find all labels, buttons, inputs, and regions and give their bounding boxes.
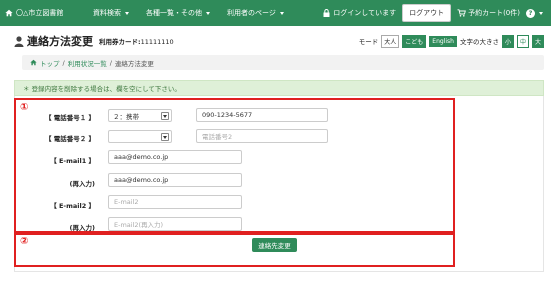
highlight-box-2 [14,233,455,267]
phone2-input[interactable]: 電話番号2 [196,129,328,143]
display-modes: モード 大人 こども English 文字の大きさ 小 中 大 [358,34,544,48]
menu-user-page[interactable]: 利用者のページ [220,8,291,18]
mode-label: モード [358,38,379,46]
home-icon [30,59,37,66]
breadcrumb-top-link[interactable]: トップ [40,58,60,68]
breadcrumb-status-link[interactable]: 利用状況一覧 [68,58,107,68]
top-nav: 〇△市立図書館 資料検索 各種一覧・その他 利用者のページ ログインしています … [0,0,551,26]
font-size-label: 文字の大きさ [459,38,499,46]
home-icon [5,9,13,17]
help-menu[interactable]: ? [526,8,543,18]
chevron-down-icon [539,11,543,15]
phone1-type-select[interactable]: ２：携帯 [108,109,172,122]
person-icon [14,35,24,47]
menu-search[interactable]: 資料検索 [86,8,136,18]
email1-input[interactable]: aaa@demo.co.jp [108,150,242,164]
chevron-down-icon [161,133,169,141]
info-alert: ＊ 登録内容を削除する場合は、欄を空にして下さい。 [14,80,544,96]
chevron-down-icon [206,11,210,15]
phone1-input[interactable]: 090-1234-5677 [196,108,328,122]
library-card-number: 利用券カード:11111110 [99,38,174,46]
font-size-large-button[interactable]: 大 [531,34,544,48]
email1-label: 【 E-mail1 】 [50,157,95,165]
email1-confirm-label: (再入力) [69,180,95,188]
email1-confirm-input[interactable]: aaa@demo.co.jp [108,173,242,187]
menu-lists[interactable]: 各種一覧・その他 [139,8,217,18]
font-size-small-button[interactable]: 小 [501,34,514,48]
login-status: ログインしています [323,8,396,18]
marker-2: ② [20,236,29,247]
help-icon: ? [526,8,535,18]
update-contact-button[interactable]: 連絡先変更 [252,238,297,252]
font-size-medium-button[interactable]: 中 [516,34,529,48]
phone2-label: 【 電話番号２ 】 [44,135,95,143]
phone1-label: 【 電話番号１ 】 [44,114,95,122]
email2-label: 【 E-mail2 】 [50,202,95,210]
library-name: 〇△市立図書館 [16,9,64,17]
reserve-cart-link[interactable]: 予約カート(0件) [457,8,520,18]
email2-confirm-input[interactable]: E-mail2(再入力) [108,217,242,231]
email2-confirm-label: (再入力) [69,224,95,232]
mode-english-button[interactable]: English [429,35,457,47]
logout-button[interactable]: ログアウト [402,4,452,22]
chevron-down-icon [125,11,129,15]
mode-adult-button[interactable]: 大人 [381,34,400,48]
email2-input[interactable]: E-mail2 [108,195,242,209]
chevron-down-icon [279,11,284,15]
phone2-type-select[interactable] [108,130,172,143]
cart-icon [457,9,466,17]
chevron-down-icon [161,112,169,120]
breadcrumb: トップ / 利用状況一覧 / 連絡方法変更 [22,55,544,70]
library-home-link[interactable]: 〇△市立図書館 [0,8,80,18]
mode-kids-button[interactable]: こども [402,34,427,48]
breadcrumb-current: 連絡方法変更 [114,59,154,68]
page-title: 連絡方法変更 [27,35,93,48]
lock-icon [323,9,330,17]
